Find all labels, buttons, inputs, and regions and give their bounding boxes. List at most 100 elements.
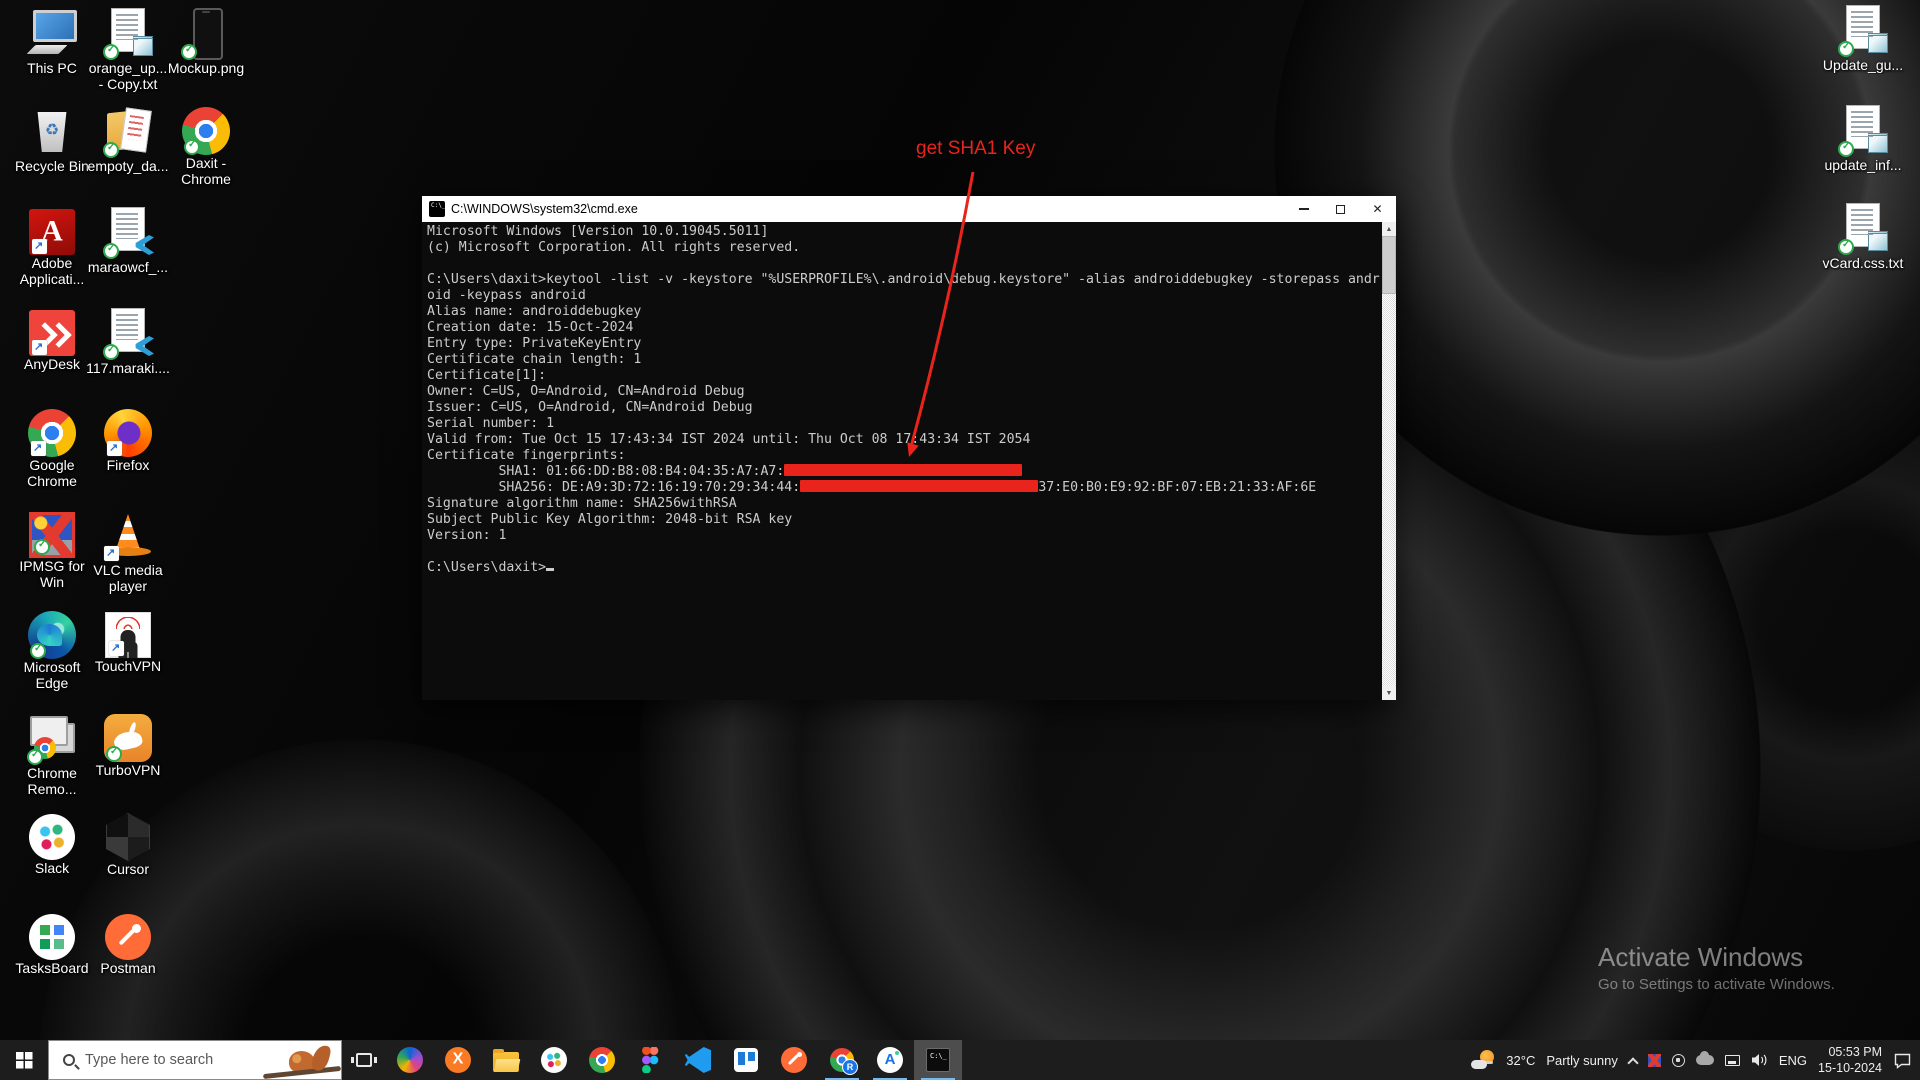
- desktop-icon-117-maraki[interactable]: 117.maraki....: [86, 306, 170, 377]
- desktop-icon-google-chrome[interactable]: Google Chrome: [10, 406, 94, 489]
- desktop-icon-update-gu[interactable]: Update_gu...: [1821, 3, 1905, 74]
- desktop-icon-touchvpn[interactable]: TouchVPN: [86, 608, 170, 675]
- desktop-icon-cursor[interactable]: Cursor: [86, 810, 170, 878]
- terminal-line: [427, 256, 1382, 272]
- desktop-icon-anydesk[interactable]: AnyDesk: [10, 306, 94, 373]
- check-badge-icon: [1838, 41, 1854, 57]
- terminal-line: Subject Public Key Algorithm: 2048-bit R…: [427, 512, 1382, 528]
- chrome-icon: [182, 107, 230, 155]
- txt-icon: [1836, 103, 1890, 157]
- minimize-icon: [1299, 208, 1309, 210]
- desktop-icon-label: VLC media player: [86, 563, 170, 594]
- desktop-icon-daxit-chrome[interactable]: Daxit - Chrome: [164, 104, 248, 187]
- terminal-line: Issuer: C=US, O=Android, CN=Android Debu…: [427, 400, 1382, 416]
- notepad-mini-icon: [1868, 231, 1888, 251]
- minimize-button[interactable]: [1285, 196, 1322, 222]
- close-button[interactable]: ✕: [1359, 196, 1396, 222]
- taskbar-apps: [386, 1040, 962, 1080]
- taskbar-app-chrome[interactable]: [578, 1040, 626, 1080]
- desktop-icon-turbovpn[interactable]: TurboVPN: [86, 711, 170, 779]
- desktop-icon-label: orange_up... - Copy.txt: [86, 61, 170, 92]
- txt-icon: [101, 6, 155, 60]
- start-button[interactable]: [0, 1040, 48, 1080]
- taskbar-app-chrome-r[interactable]: [818, 1040, 866, 1080]
- desktop-icon-adobe-applicati[interactable]: Adobe Applicati...: [10, 205, 94, 287]
- desktop-icon-label: Firefox: [86, 458, 170, 474]
- check-badge-icon: [34, 539, 50, 555]
- taskbar-app-file-explorer[interactable]: [482, 1040, 530, 1080]
- scrollbar-thumb[interactable]: [1382, 236, 1396, 294]
- tray-expand-chevron-icon[interactable]: [1627, 1057, 1638, 1068]
- scroll-up-icon[interactable]: ▲: [1382, 222, 1396, 236]
- search-promo-squirrel-image[interactable]: [261, 1040, 341, 1079]
- taskbar-app-vscode[interactable]: [674, 1040, 722, 1080]
- folderfiles-icon: [101, 104, 155, 158]
- shortcut-badge-icon: [104, 546, 119, 561]
- ipmsg-tray-icon[interactable]: [1648, 1054, 1661, 1067]
- clock[interactable]: 05:53 PM 15-10-2024: [1818, 1044, 1882, 1077]
- taskbar-app-copilot[interactable]: [386, 1040, 434, 1080]
- desktop-icon-postman[interactable]: Postman: [86, 910, 170, 977]
- postman-icon: [105, 914, 151, 960]
- maximize-button[interactable]: [1322, 196, 1359, 222]
- slack-icon: [541, 1047, 567, 1073]
- desktop-icon-label: 117.maraki....: [86, 361, 170, 377]
- taskbar-app-postman[interactable]: [770, 1040, 818, 1080]
- desktop-icon-empoty-da[interactable]: empoty_da...: [86, 104, 170, 175]
- taskbar-app-figma[interactable]: [626, 1040, 674, 1080]
- terminal-line: Entry type: PrivateKeyEntry: [427, 336, 1382, 352]
- desktop-icon-chrome-remo[interactable]: Chrome Remo...: [10, 711, 94, 797]
- terminal-line: Creation date: 15-Oct-2024: [427, 320, 1382, 336]
- cmd-window-titlebar[interactable]: C:\WINDOWS\system32\cmd.exe ✕: [422, 196, 1396, 222]
- search-input[interactable]: [85, 1052, 235, 1068]
- cmd-icon: [429, 201, 445, 217]
- desktop-icon-label: AnyDesk: [10, 357, 94, 373]
- tray-language[interactable]: ENG: [1779, 1053, 1807, 1068]
- taskbar-app-cmd[interactable]: [914, 1040, 962, 1080]
- check-badge-icon: [103, 142, 119, 158]
- tray-temperature[interactable]: 32°C: [1506, 1053, 1535, 1068]
- check-badge-icon: [103, 344, 119, 360]
- desktop-icon-label: Update_gu...: [1821, 58, 1905, 74]
- desktop-icon-this-pc[interactable]: This PC: [10, 6, 94, 77]
- terminal-line: (c) Microsoft Corporation. All rights re…: [427, 240, 1382, 256]
- android-studio-icon: [877, 1047, 903, 1073]
- desktop-icon-microsoft-edge[interactable]: Microsoft Edge: [10, 608, 94, 691]
- meet-now-icon[interactable]: [1672, 1054, 1685, 1067]
- terminal-line: Certificate fingerprints:: [427, 448, 1382, 464]
- desktop-icon-ipmsg-for-win[interactable]: IPMSG for Win: [10, 508, 94, 590]
- desktop-icon-firefox[interactable]: Firefox: [86, 406, 170, 474]
- onedrive-icon[interactable]: [1696, 1055, 1714, 1065]
- desktop-icon-label: TasksBoard: [10, 961, 94, 977]
- desktop-icon-vcard-css-txt[interactable]: vCard.css.txt: [1821, 201, 1905, 272]
- volume-icon[interactable]: [1751, 1053, 1768, 1067]
- taskbar-app-slack[interactable]: [530, 1040, 578, 1080]
- slack-icon: [29, 814, 75, 860]
- ipmsg-icon: [29, 512, 75, 558]
- desktop-icon-slack[interactable]: Slack: [10, 810, 94, 877]
- xampp-icon: [445, 1047, 471, 1073]
- taskbar-search[interactable]: [48, 1040, 342, 1080]
- tray-weather-condition[interactable]: Partly sunny: [1546, 1053, 1618, 1068]
- network-icon[interactable]: [1725, 1055, 1740, 1066]
- window-title: C:\WINDOWS\system32\cmd.exe: [451, 202, 638, 216]
- desktop-icon-update-inf[interactable]: update_inf...: [1821, 103, 1905, 174]
- task-view-button[interactable]: [342, 1040, 386, 1080]
- check-badge-icon: [1838, 141, 1854, 157]
- desktop-icon-mockup-png[interactable]: Mockup.png: [164, 6, 248, 77]
- desktop-icon-recycle-bin[interactable]: Recycle Bin: [10, 104, 94, 175]
- postman-icon: [781, 1047, 807, 1073]
- taskbar-app-android-studio[interactable]: [866, 1040, 914, 1080]
- watermark-title: Activate Windows: [1598, 942, 1835, 973]
- terminal-scrollbar[interactable]: ▲ ▼: [1382, 222, 1396, 700]
- desktop-icon-tasksboard[interactable]: TasksBoard: [10, 910, 94, 977]
- taskbar-app-xampp[interactable]: [434, 1040, 482, 1080]
- scroll-down-icon[interactable]: ▼: [1382, 686, 1396, 700]
- desktop-icon-orange-up-copy-txt[interactable]: orange_up... - Copy.txt: [86, 6, 170, 92]
- desktop-icon-maraowcf[interactable]: maraowcf_...: [86, 205, 170, 276]
- action-center-icon[interactable]: [1893, 1052, 1912, 1069]
- taskbar-app-trello[interactable]: [722, 1040, 770, 1080]
- notepad-mini-icon: [133, 36, 153, 56]
- weather-icon[interactable]: [1471, 1048, 1495, 1072]
- desktop-icon-vlc-media-player[interactable]: VLC media player: [86, 508, 170, 594]
